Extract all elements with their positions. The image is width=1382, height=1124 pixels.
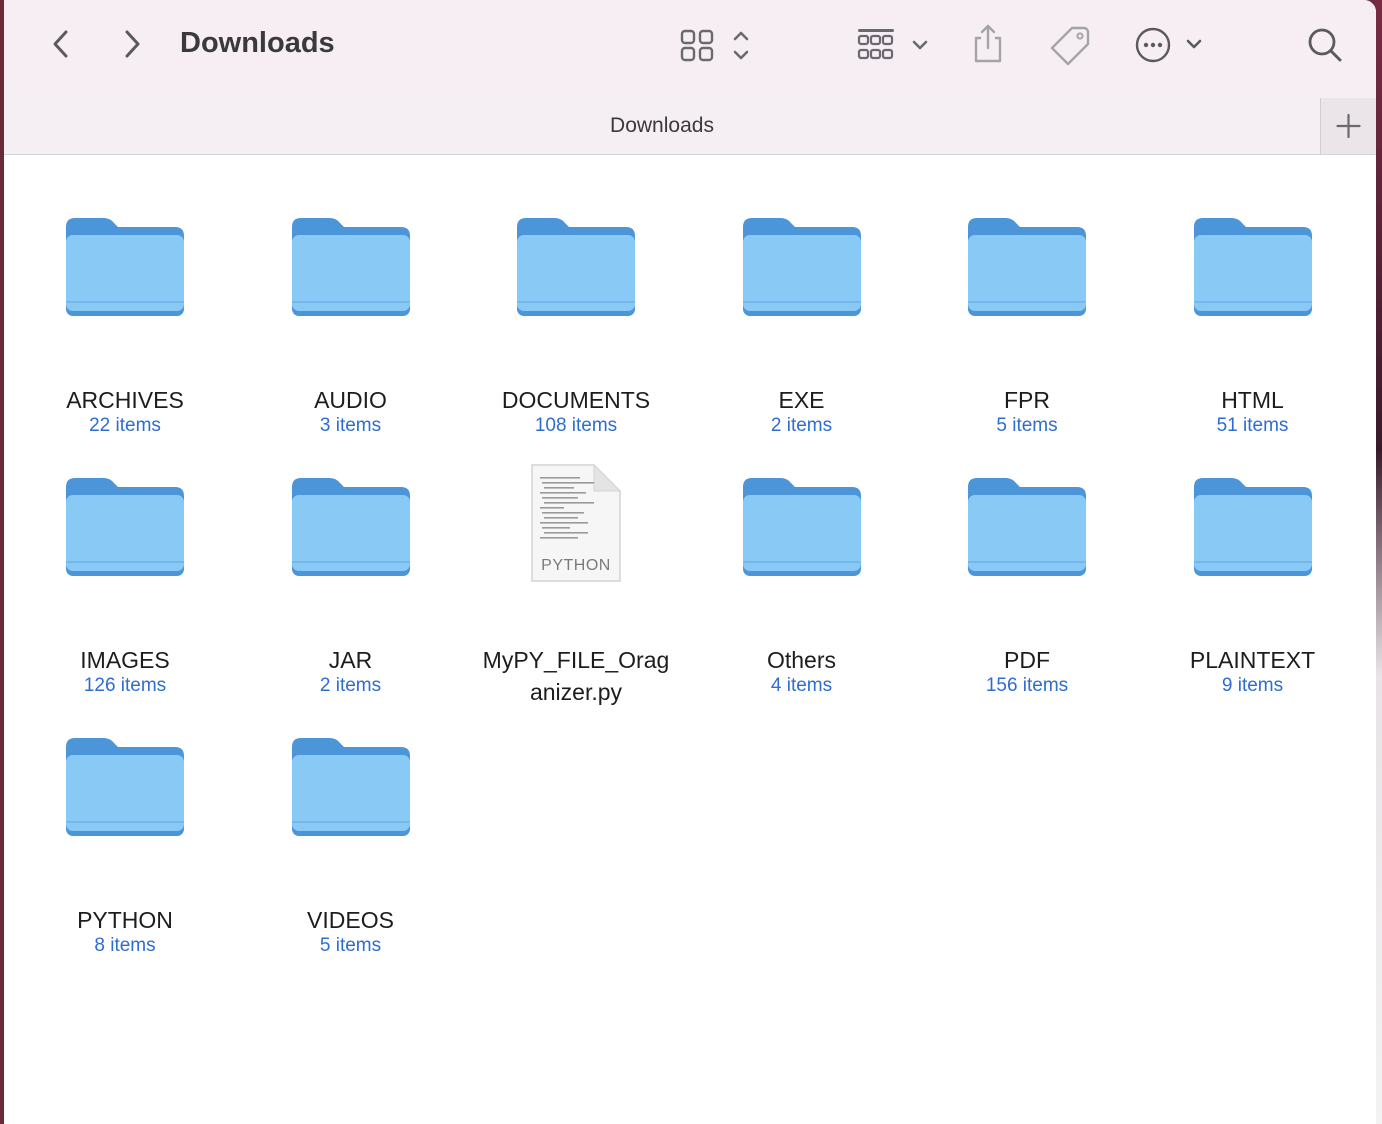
folder-icon: [968, 218, 1086, 316]
window-title: Downloads: [180, 27, 335, 59]
folder-item[interactable]: DOCUMENTS 108 items: [464, 195, 688, 445]
more-actions-icon[interactable]: [1132, 25, 1208, 65]
item-name-line: MyPY_FILE_Orag: [482, 647, 670, 673]
tag-icon[interactable]: [1046, 24, 1092, 66]
tab-downloads[interactable]: Downloads: [4, 114, 1320, 138]
item-name: AUDIO: [314, 387, 387, 413]
item-count: 8 items: [94, 935, 156, 956]
item-count: 2 items: [770, 415, 833, 436]
folder-icon: [742, 478, 861, 576]
search-icon[interactable]: [1304, 24, 1346, 66]
group-by-icon[interactable]: [856, 26, 936, 66]
item-count: 9 items: [1221, 675, 1284, 696]
item-name: EXE: [778, 387, 825, 413]
item-name: DOCUMENTS: [501, 387, 651, 413]
folder-item[interactable]: JAR 2 items: [239, 455, 463, 705]
folder-item[interactable]: Others 4 items: [690, 455, 914, 705]
item-name: Others: [766, 647, 837, 673]
finder-window: Downloads Downloads ARCHIVES 22 items AU…: [4, 0, 1376, 1124]
item-name: PDF: [1004, 647, 1050, 673]
folder-icon: [742, 218, 861, 316]
folder-item[interactable]: PDF 156 items: [915, 455, 1139, 705]
item-count: 5 items: [319, 935, 382, 956]
file-item[interactable]: PYTHON MyPY_FILE_Orag anizer.py: [464, 455, 688, 705]
folder-item[interactable]: EXE 2 items: [690, 195, 914, 445]
item-count: 108 items: [534, 415, 618, 436]
plus-icon: [1336, 113, 1361, 139]
folder-item[interactable]: IMAGES 126 items: [13, 455, 237, 705]
folder-icon: [66, 478, 184, 576]
folder-icon: [291, 218, 410, 316]
item-name: VIDEOS: [307, 907, 394, 933]
back-chevron-icon[interactable]: [44, 26, 80, 62]
item-count: 3 items: [319, 415, 382, 436]
item-count: 126 items: [83, 675, 167, 696]
folder-item[interactable]: PYTHON 8 items: [13, 715, 237, 965]
folder-icon: [291, 478, 410, 576]
folder-icon: [291, 738, 410, 836]
item-name: HTML: [1221, 387, 1284, 413]
folder-icon: [968, 478, 1086, 576]
item-name: ARCHIVES: [66, 387, 184, 413]
item-name: FPR: [1004, 387, 1050, 413]
item-count: 22 items: [89, 415, 161, 436]
item-name: IMAGES: [80, 647, 170, 673]
item-count: 51 items: [1216, 415, 1289, 436]
tab-bar: Downloads: [4, 90, 1376, 155]
folder-item[interactable]: PLAINTEXT 9 items: [1141, 455, 1365, 705]
folder-icon: [1193, 218, 1312, 316]
item-name: PYTHON: [77, 907, 173, 933]
folder-icon: [66, 218, 184, 316]
forward-chevron-icon[interactable]: [114, 26, 150, 62]
new-tab-button[interactable]: [1320, 98, 1376, 154]
folder-icon: [66, 738, 184, 836]
item-name-line: anizer.py: [529, 679, 623, 705]
toolbar: Downloads: [4, 0, 1376, 90]
item-count: 2 items: [319, 675, 382, 696]
item-name: JAR: [328, 647, 373, 673]
folder-icon: [517, 218, 635, 316]
item-name: MyPY_FILE_Orag anizer.py: [464, 644, 688, 708]
folder-icon: [1193, 478, 1312, 576]
item-count: 5 items: [996, 415, 1058, 436]
folder-item[interactable]: AUDIO 3 items: [239, 195, 463, 445]
folder-item[interactable]: HTML 51 items: [1141, 195, 1365, 445]
file-grid: ARCHIVES 22 items AUDIO 3 items DOCUMENTS 108…: [4, 155, 1376, 1124]
file-type-badge: PYTHON: [541, 557, 611, 574]
item-count: 4 items: [770, 675, 833, 696]
item-count: 156 items: [985, 675, 1069, 696]
icon-view-grid-icon[interactable]: [678, 26, 758, 66]
folder-item[interactable]: ARCHIVES 22 items: [13, 195, 237, 445]
folder-item[interactable]: VIDEOS 5 items: [239, 715, 463, 965]
item-name: PLAINTEXT: [1189, 647, 1316, 673]
share-icon[interactable]: [968, 22, 1008, 66]
folder-item[interactable]: FPR 5 items: [915, 195, 1139, 445]
